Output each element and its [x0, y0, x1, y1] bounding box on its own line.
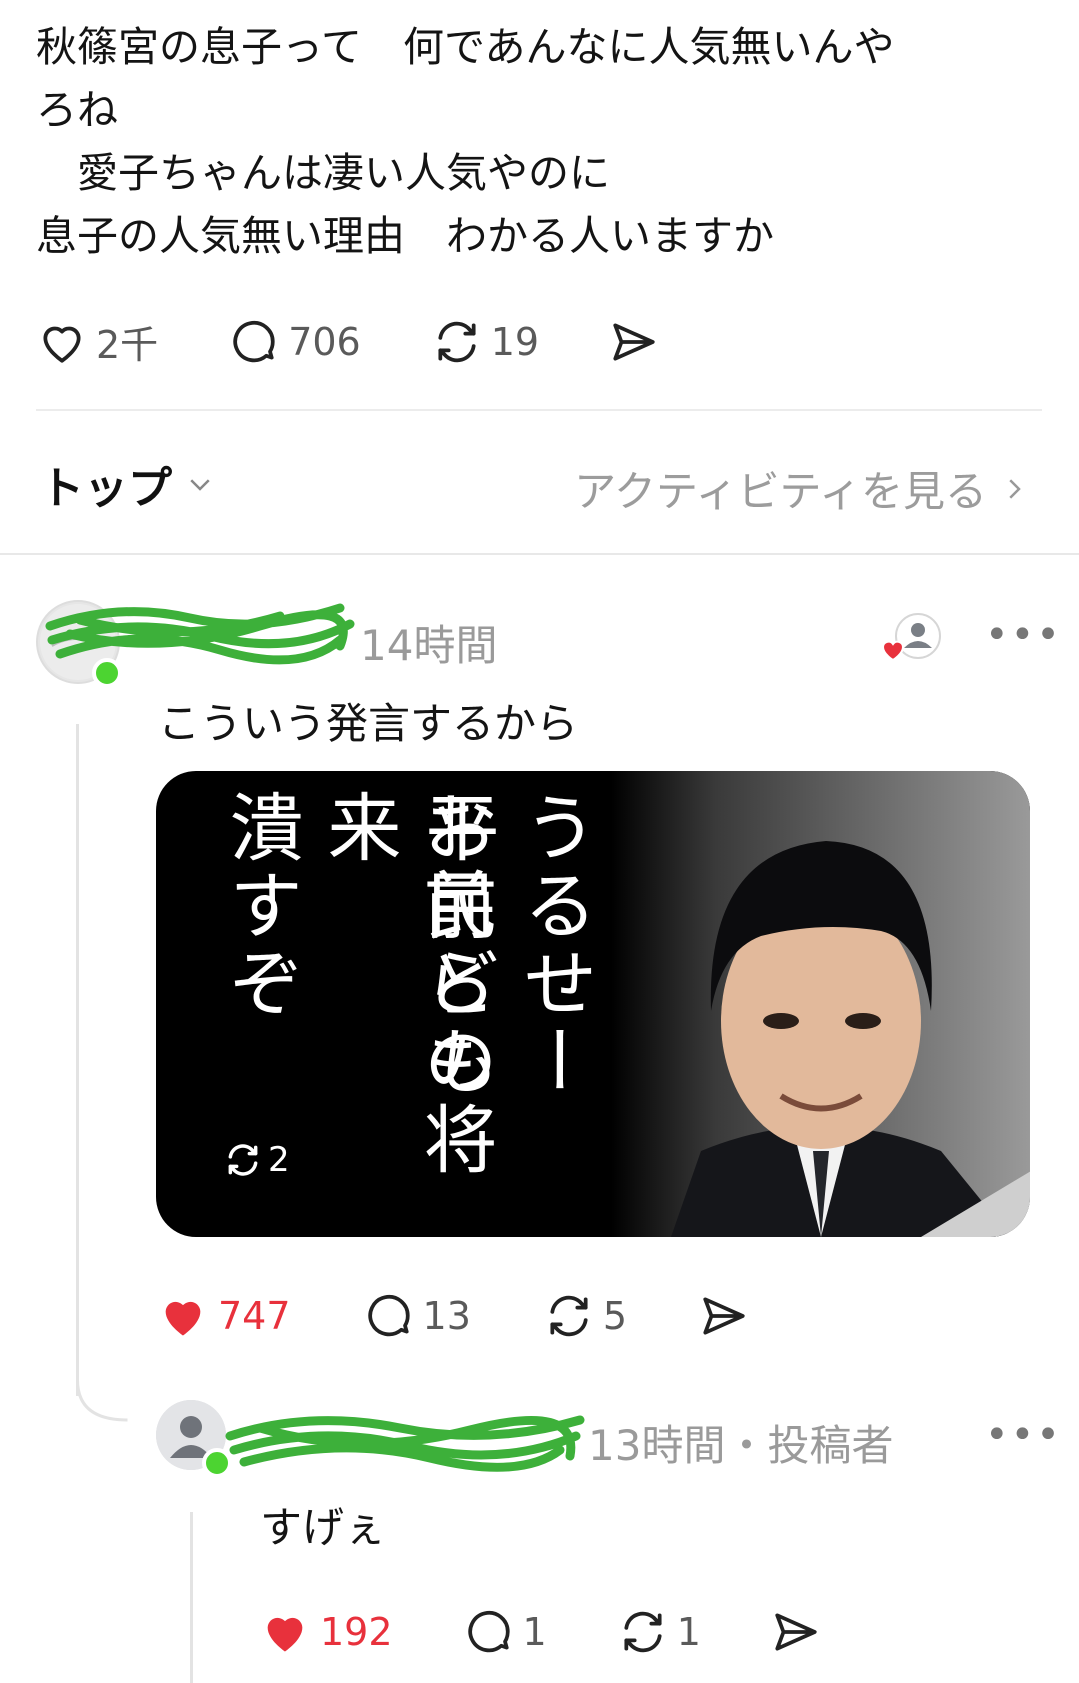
thread-line	[76, 724, 79, 1396]
send-icon	[703, 1297, 745, 1335]
like-button[interactable]: 747	[156, 1290, 291, 1342]
media-repost-badge: 2	[224, 1140, 290, 1180]
share-button[interactable]	[769, 1607, 823, 1657]
post-line: 息子の人気無い理由 わかる人いますか	[36, 212, 774, 260]
liked-by-author-badge	[880, 610, 944, 670]
divider	[36, 409, 1042, 411]
comment-text: こういう発言するから	[158, 699, 579, 748]
username-redaction-scribble	[225, 1415, 585, 1472]
reply-button[interactable]: 706	[228, 317, 361, 367]
heart-filled-icon	[165, 1301, 201, 1336]
like-button[interactable]: 2千	[36, 314, 158, 369]
repost-count: 5	[602, 1294, 628, 1338]
share-button[interactable]	[607, 317, 661, 367]
repost-icon	[624, 1611, 662, 1653]
reply-count: 1	[522, 1610, 547, 1654]
like-count: 747	[218, 1294, 291, 1338]
like-count: 192	[320, 1610, 393, 1654]
post-line: 秋篠宮の息子って 何であんなに人気無いんや	[36, 23, 895, 71]
chevron-down-icon	[190, 479, 210, 491]
chevron-right-icon	[1009, 478, 1021, 499]
comment-text: すげぇ	[260, 1503, 387, 1552]
sort-dropdown[interactable]: トップ	[40, 452, 220, 516]
sort-label: トップ	[40, 463, 172, 514]
post-line: 愛子ちゃんは凄い人気やのに	[36, 149, 610, 197]
comment-actions: 747 13 5	[156, 1290, 751, 1342]
repost-icon	[550, 1295, 588, 1337]
comment-actions: 192 1 1	[258, 1606, 823, 1658]
repost-button[interactable]: 5	[543, 1291, 627, 1341]
comment-time: 13時間・投稿者	[588, 1421, 894, 1470]
repost-count: 1	[676, 1610, 701, 1654]
heart-icon	[43, 326, 81, 363]
post-line: ろね	[36, 86, 118, 134]
more-options-button[interactable]: •••	[985, 612, 1062, 658]
repost-count: 19	[490, 319, 540, 364]
more-options-button[interactable]: •••	[985, 1412, 1062, 1458]
repost-button[interactable]: 1	[617, 1607, 701, 1657]
like-button[interactable]: 192	[258, 1606, 393, 1658]
reply-button[interactable]: 1	[463, 1607, 547, 1657]
section-divider	[0, 553, 1079, 555]
post-actions: 2千 706 19	[36, 314, 661, 369]
send-icon	[775, 1613, 817, 1651]
media-repost-count: 2	[268, 1140, 290, 1180]
post-text: 秋篠宮の息子って 何であんなに人気無いんや ろね 愛子ちゃんは凄い人気やのに 息…	[36, 16, 996, 268]
image-caption: 潰すぞ	[217, 789, 303, 1023]
thread-line	[190, 1512, 193, 1683]
username-redaction-scribble	[45, 603, 355, 665]
image-caption: うるせー	[511, 789, 597, 1101]
reply-count: 706	[288, 319, 361, 364]
like-count: 2千	[96, 323, 159, 367]
view-activity-link[interactable]: アクティビティを見る	[574, 458, 1029, 519]
speech-bubble-icon	[467, 1611, 510, 1653]
person-heart-icon	[881, 613, 941, 662]
reply-count: 13	[422, 1294, 471, 1338]
speech-bubble-icon	[233, 320, 275, 362]
photo-person	[611, 771, 1030, 1237]
send-icon	[613, 322, 655, 361]
repost-icon	[438, 321, 476, 362]
image-caption: お前らの将来	[315, 789, 497, 1179]
activity-label: アクティビティを見る	[574, 467, 987, 516]
share-button[interactable]	[697, 1291, 751, 1341]
thread-curve	[76, 1380, 128, 1422]
comment-time: 14時間	[360, 621, 498, 670]
repost-icon	[228, 1144, 258, 1176]
repost-button[interactable]: 19	[431, 317, 539, 367]
heart-filled-icon	[267, 1617, 303, 1652]
reply-button[interactable]: 13	[363, 1291, 471, 1341]
speech-bubble-icon	[367, 1295, 410, 1337]
